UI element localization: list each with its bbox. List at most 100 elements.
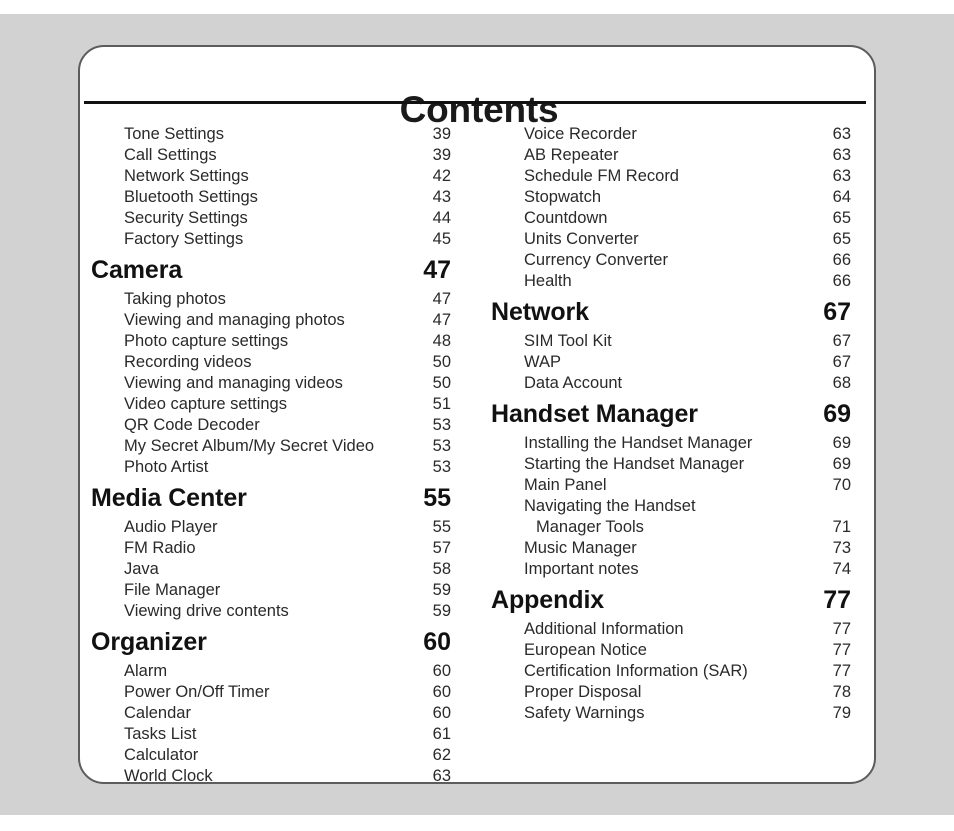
toc-entry-label: European Notice bbox=[524, 641, 647, 659]
toc-entry-row[interactable]: Manager Tools 71 bbox=[491, 518, 851, 539]
toc-chapter-row[interactable]: Network 67 bbox=[491, 293, 851, 332]
toc-entry-row[interactable]: Calculator 62 bbox=[91, 746, 451, 767]
toc-page-number: 71 bbox=[832, 518, 851, 536]
toc-entry-row[interactable]: Audio Player 55 bbox=[91, 518, 451, 539]
toc-entry-row[interactable]: Main Panel 70 bbox=[491, 476, 851, 497]
toc-entry-label: Bluetooth Settings bbox=[124, 188, 258, 206]
toc-page-number: 66 bbox=[832, 251, 851, 269]
toc-entry-label: Units Converter bbox=[524, 230, 639, 248]
toc-entry-row[interactable]: Voice Recorder 63 bbox=[491, 125, 851, 146]
toc-entry-label: WAP bbox=[524, 353, 561, 371]
toc-entry-label: Voice Recorder bbox=[524, 125, 637, 143]
toc-entry-row[interactable]: Power On/Off Timer 60 bbox=[91, 683, 451, 704]
toc-entry-row[interactable]: Countdown 65 bbox=[491, 209, 851, 230]
toc-entry-label: Network Settings bbox=[124, 167, 249, 185]
toc-entry-row[interactable]: Additional Information 77 bbox=[491, 620, 851, 641]
toc-page-number: 51 bbox=[432, 395, 451, 413]
toc-entry-label: Proper Disposal bbox=[524, 683, 642, 701]
toc-page-number: 47 bbox=[432, 290, 451, 308]
toc-entry-row[interactable]: Health 66 bbox=[491, 272, 851, 293]
toc-entry-label: Audio Player bbox=[124, 518, 218, 536]
toc-entry-row[interactable]: Call Settings 39 bbox=[91, 146, 451, 167]
toc-page-number: 60 bbox=[423, 628, 451, 656]
toc-entry-label: Main Panel bbox=[524, 476, 607, 494]
toc-entry-row[interactable]: Video capture settings 51 bbox=[91, 395, 451, 416]
toc-page-number: 67 bbox=[832, 332, 851, 350]
toc-entry-label: Safety Warnings bbox=[524, 704, 645, 722]
toc-entry-row[interactable]: Tone Settings 39 bbox=[91, 125, 451, 146]
toc-chapter-row[interactable]: Appendix 77 bbox=[491, 581, 851, 620]
toc-entry-row[interactable]: Photo capture settings 48 bbox=[91, 332, 451, 353]
toc-entry-row[interactable]: My Secret Album/My Secret Video 53 bbox=[91, 437, 451, 458]
toc-page-number: 53 bbox=[432, 437, 451, 455]
toc-page-number: 53 bbox=[432, 458, 451, 476]
toc-entry-row[interactable]: Photo Artist 53 bbox=[91, 458, 451, 479]
toc-entry-row[interactable]: Network Settings 42 bbox=[91, 167, 451, 188]
toc-chapter-label: Organizer bbox=[91, 628, 207, 656]
toc-entry-label: Calendar bbox=[124, 704, 191, 722]
toc-entry-row[interactable]: Java 58 bbox=[91, 560, 451, 581]
toc-entry-row[interactable]: Installing the Handset Manager 69 bbox=[491, 434, 851, 455]
toc-entry-row[interactable]: Viewing and managing photos 47 bbox=[91, 311, 451, 332]
toc-page-number: 45 bbox=[432, 230, 451, 248]
toc-entry-row[interactable]: Viewing drive contents 59 bbox=[91, 602, 451, 623]
toc-chapter-label: Handset Manager bbox=[491, 400, 698, 428]
toc-entry-row[interactable]: World Clock 63 bbox=[91, 767, 451, 788]
toc-entry-row[interactable]: Recording videos 50 bbox=[91, 353, 451, 374]
toc-entry-row[interactable]: Units Converter 65 bbox=[491, 230, 851, 251]
toc-entry-row[interactable]: Music Manager 73 bbox=[491, 539, 851, 560]
toc-page-number: 60 bbox=[432, 683, 451, 701]
toc-page-number: 55 bbox=[423, 484, 451, 512]
toc-chapter-row[interactable]: Camera 47 bbox=[91, 251, 451, 290]
toc-entry-label: Photo Artist bbox=[124, 458, 209, 476]
toc-page-number: 79 bbox=[832, 704, 851, 722]
toc-entry-label: Video capture settings bbox=[124, 395, 287, 413]
toc-entry-row[interactable]: Certification Information (SAR) 77 bbox=[491, 662, 851, 683]
toc-entry-row[interactable]: Calendar 60 bbox=[91, 704, 451, 725]
toc-entry-label: Manager Tools bbox=[536, 518, 644, 536]
toc-entry-label: Currency Converter bbox=[524, 251, 668, 269]
toc-entry-row[interactable]: FM Radio 57 bbox=[91, 539, 451, 560]
toc-entry-row[interactable]: Important notes 74 bbox=[491, 560, 851, 581]
toc-entry-label: QR Code Decoder bbox=[124, 416, 260, 434]
toc-chapter-row[interactable]: Media Center 55 bbox=[91, 479, 451, 518]
toc-entry-row[interactable]: Navigating the Handset bbox=[491, 497, 851, 518]
toc-entry-row[interactable]: File Manager 59 bbox=[91, 581, 451, 602]
title-divider bbox=[84, 101, 866, 104]
toc-page-number: 58 bbox=[432, 560, 451, 578]
toc-entry-label: Viewing and managing videos bbox=[124, 374, 343, 392]
toc-page-number: 50 bbox=[432, 374, 451, 392]
toc-entry-row[interactable]: Tasks List 61 bbox=[91, 725, 451, 746]
toc-entry-label: Health bbox=[524, 272, 572, 290]
toc-entry-label: Photo capture settings bbox=[124, 332, 289, 350]
toc-entry-row[interactable]: Alarm 60 bbox=[91, 662, 451, 683]
toc-entry-label: Call Settings bbox=[124, 146, 217, 164]
toc-entry-row[interactable]: Starting the Handset Manager 69 bbox=[491, 455, 851, 476]
toc-entry-row[interactable]: Bluetooth Settings 43 bbox=[91, 188, 451, 209]
toc-entry-row[interactable]: QR Code Decoder 53 bbox=[91, 416, 451, 437]
toc-entry-row[interactable]: Currency Converter 66 bbox=[491, 251, 851, 272]
toc-entry-row[interactable]: Factory Settings 45 bbox=[91, 230, 451, 251]
toc-page-number: 68 bbox=[832, 374, 851, 392]
toc-entry-row[interactable]: Data Account 68 bbox=[491, 374, 851, 395]
toc-entry-row[interactable]: Viewing and managing videos 50 bbox=[91, 374, 451, 395]
toc-entry-row[interactable]: AB Repeater 63 bbox=[491, 146, 851, 167]
toc-page-number: 63 bbox=[832, 167, 851, 185]
toc-entry-row[interactable]: European Notice 77 bbox=[491, 641, 851, 662]
toc-page-number: 69 bbox=[832, 434, 851, 452]
toc-right-column: Voice Recorder 63 AB Repeater 63 Schedule FM… bbox=[491, 125, 851, 725]
toc-entry-row[interactable]: Security Settings 44 bbox=[91, 209, 451, 230]
toc-page-number: 69 bbox=[832, 455, 851, 473]
toc-chapter-row[interactable]: Organizer 60 bbox=[91, 623, 451, 662]
toc-entry-label: Additional Information bbox=[524, 620, 684, 638]
toc-entry-row[interactable]: Proper Disposal 78 bbox=[491, 683, 851, 704]
toc-entry-row[interactable]: Safety Warnings 79 bbox=[491, 704, 851, 725]
toc-entry-row[interactable]: WAP 67 bbox=[491, 353, 851, 374]
toc-entry-row[interactable]: SIM Tool Kit 67 bbox=[491, 332, 851, 353]
toc-entry-row[interactable]: Stopwatch 64 bbox=[491, 188, 851, 209]
toc-page-number: 59 bbox=[432, 581, 451, 599]
toc-entry-row[interactable]: Schedule FM Record 63 bbox=[491, 167, 851, 188]
toc-chapter-row[interactable]: Handset Manager 69 bbox=[491, 395, 851, 434]
toc-entry-row[interactable]: Taking photos 47 bbox=[91, 290, 451, 311]
toc-page-number: 50 bbox=[432, 353, 451, 371]
